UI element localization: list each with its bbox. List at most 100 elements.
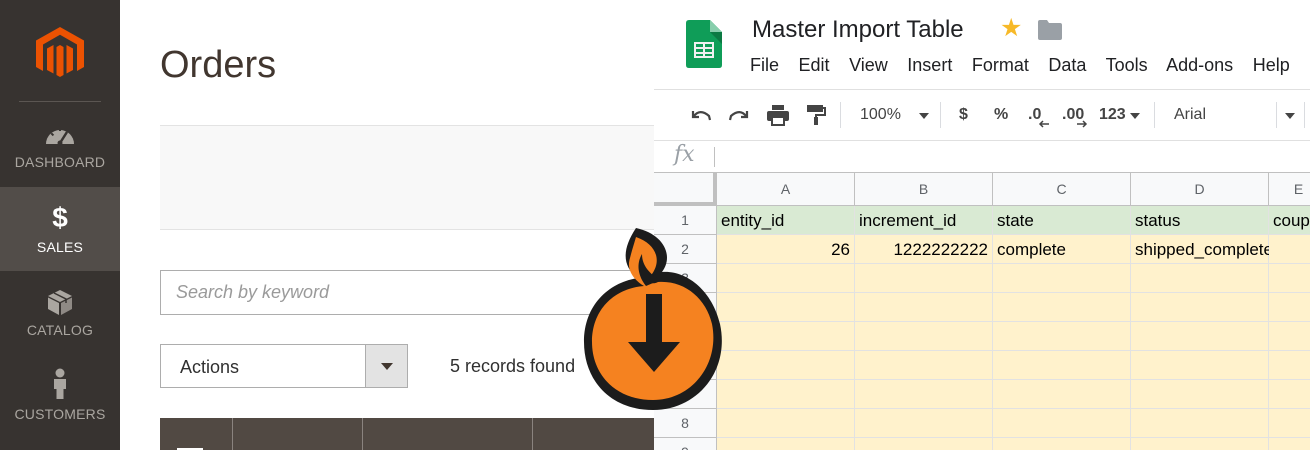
sheets-logo-icon[interactable] xyxy=(686,20,722,68)
grid-column-divider xyxy=(362,418,363,450)
header-cell[interactable]: coupon_code xyxy=(1269,206,1310,235)
header-cell[interactable]: increment_id xyxy=(855,206,993,235)
toolbar-separator xyxy=(840,102,841,128)
decrease-decimals-button[interactable]: .0 xyxy=(1028,90,1041,140)
table-cell[interactable] xyxy=(717,322,855,351)
table-cell[interactable] xyxy=(1269,351,1310,380)
table-cell[interactable] xyxy=(1131,409,1269,438)
table-cell[interactable] xyxy=(993,264,1131,293)
table-cell[interactable] xyxy=(1269,264,1310,293)
table-cell[interactable] xyxy=(717,380,855,409)
zoom-dropdown-icon[interactable] xyxy=(918,112,930,120)
sidebar-item-sales[interactable]: $ SALES xyxy=(0,187,120,271)
table-cell[interactable] xyxy=(717,351,855,380)
undo-icon[interactable] xyxy=(690,105,712,125)
actions-label: Actions xyxy=(180,357,240,377)
column-header-b[interactable]: B xyxy=(855,173,993,206)
more-formats-dropdown-icon[interactable] xyxy=(1129,112,1141,120)
table-cell[interactable] xyxy=(1269,409,1310,438)
menu-format[interactable]: Format xyxy=(972,55,1029,75)
folder-icon[interactable] xyxy=(1038,20,1062,40)
table-cell[interactable] xyxy=(855,351,993,380)
select-all-corner[interactable] xyxy=(654,173,717,206)
table-cell[interactable] xyxy=(993,322,1131,351)
table-cell[interactable] xyxy=(717,264,855,293)
chevron-down-icon[interactable] xyxy=(365,345,407,387)
table-cell[interactable] xyxy=(993,380,1131,409)
column-header-e[interactable]: E xyxy=(1269,173,1310,206)
table-cell[interactable] xyxy=(1269,293,1310,322)
sidebar-item-customers[interactable]: CUSTOMERS xyxy=(0,368,120,430)
menu-addons[interactable]: Add-ons xyxy=(1166,55,1233,75)
table-cell[interactable] xyxy=(855,322,993,351)
spreadsheet-grid[interactable]: A B C D E 1 entity_id increment_id state status co… xyxy=(654,173,1310,450)
dashboard-gauge-icon xyxy=(46,128,74,146)
star-icon[interactable]: ★ xyxy=(1000,16,1022,41)
magento-logo-icon[interactable] xyxy=(34,26,86,80)
table-cell[interactable] xyxy=(1131,380,1269,409)
table-cell[interactable] xyxy=(993,409,1131,438)
currency-format-button[interactable]: $ xyxy=(959,90,968,140)
font-select[interactable]: Arial xyxy=(1174,90,1206,140)
table-cell[interactable] xyxy=(1269,235,1310,264)
table-cell[interactable] xyxy=(1269,380,1310,409)
font-name: Arial xyxy=(1174,106,1207,123)
table-cell[interactable]: 1222222222 xyxy=(855,235,993,264)
row-header-9[interactable]: 9 xyxy=(654,438,717,450)
table-cell[interactable]: 26 xyxy=(717,235,855,264)
actions-dropdown[interactable]: Actions xyxy=(160,344,408,388)
table-cell[interactable] xyxy=(1269,322,1310,351)
more-formats-button[interactable]: 123 xyxy=(1099,90,1126,140)
formula-bar[interactable]: fx xyxy=(654,140,1310,173)
percent-format-button[interactable]: % xyxy=(994,90,1008,140)
menu-edit[interactable]: Edit xyxy=(799,55,830,75)
menu-file[interactable]: File xyxy=(750,55,779,75)
table-cell[interactable] xyxy=(717,293,855,322)
table-cell[interactable] xyxy=(993,351,1131,380)
table-cell[interactable] xyxy=(855,293,993,322)
table-cell[interactable] xyxy=(717,409,855,438)
table-cell[interactable] xyxy=(855,409,993,438)
menu-help[interactable]: Help xyxy=(1253,55,1290,75)
table-cell[interactable] xyxy=(993,293,1131,322)
sidebar-item-label: CUSTOMERS xyxy=(14,406,106,422)
table-cell[interactable] xyxy=(855,438,993,450)
sheets-toolbar: 100% $ % .0 .00 123 Arial xyxy=(654,90,1310,140)
header-cell[interactable]: state xyxy=(993,206,1131,235)
paint-format-icon[interactable] xyxy=(806,104,826,126)
table-cell[interactable] xyxy=(1131,438,1269,450)
menu-insert[interactable]: Insert xyxy=(907,55,952,75)
column-header-c[interactable]: C xyxy=(993,173,1131,206)
table-cell[interactable] xyxy=(855,380,993,409)
table-cell[interactable] xyxy=(717,438,855,450)
redo-icon[interactable] xyxy=(728,105,750,125)
column-header-a[interactable]: A xyxy=(717,173,855,206)
table-cell[interactable] xyxy=(1131,351,1269,380)
table-cell[interactable]: complete xyxy=(993,235,1131,264)
menu-tools[interactable]: Tools xyxy=(1106,55,1148,75)
table-cell[interactable] xyxy=(1131,264,1269,293)
table-cell[interactable] xyxy=(1131,322,1269,351)
zoom-select[interactable]: 100% xyxy=(860,90,901,140)
more-formats-label: 123 xyxy=(1099,106,1126,123)
table-cell[interactable] xyxy=(1269,438,1310,450)
header-cell[interactable]: entity_id xyxy=(717,206,855,235)
table-cell[interactable] xyxy=(1131,293,1269,322)
table-cell[interactable]: shipped_complete_store xyxy=(1131,235,1310,264)
menu-view[interactable]: View xyxy=(849,55,888,75)
menu-data[interactable]: Data xyxy=(1048,55,1086,75)
document-title[interactable]: Master Import Table xyxy=(752,16,964,44)
column-header-d[interactable]: D xyxy=(1131,173,1269,206)
font-dropdown-icon[interactable] xyxy=(1284,112,1296,120)
print-icon[interactable] xyxy=(766,104,790,126)
sidebar-item-dashboard[interactable]: DASHBOARD xyxy=(0,122,120,184)
fx-icon: fx xyxy=(674,142,695,167)
header-cell[interactable]: status xyxy=(1131,206,1269,235)
sidebar-item-label: DASHBOARD xyxy=(14,154,106,170)
table-cell[interactable] xyxy=(993,438,1131,450)
increase-decimals-button[interactable]: .00 xyxy=(1062,90,1084,140)
sidebar-item-catalog[interactable]: CATALOG xyxy=(0,288,120,350)
table-cell[interactable] xyxy=(855,264,993,293)
toolbar-separator xyxy=(1154,102,1155,128)
formula-bar-separator xyxy=(714,147,715,167)
